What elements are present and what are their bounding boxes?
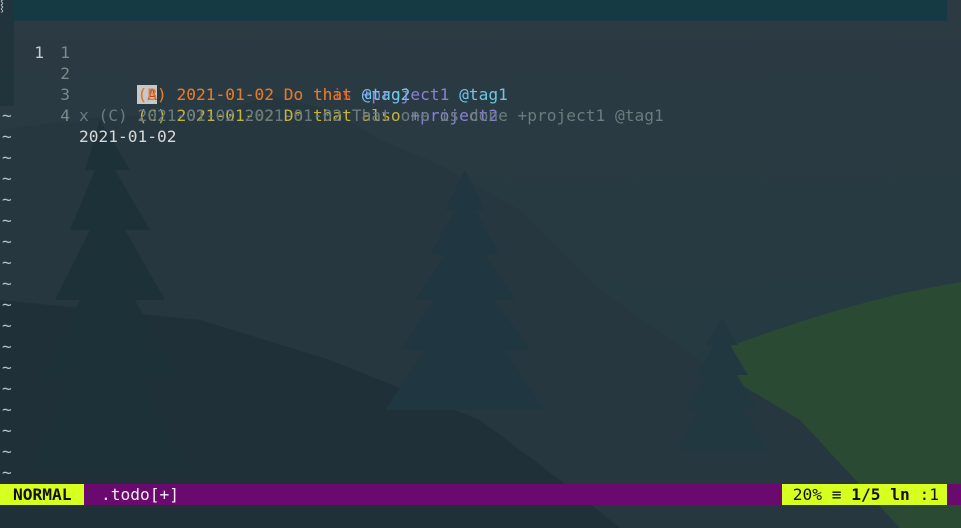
tilde-marker: ~ [2, 337, 12, 356]
tilde-marker: ~ [2, 169, 12, 188]
tilde-marker: ~ [2, 421, 12, 440]
tilde-marker: ~ [2, 106, 12, 125]
todo-line[interactable]: 1 (B) 2021-01-02 Do that @tag2 [0, 21, 961, 104]
tilde-marker: ~ [2, 232, 12, 251]
tilde-marker: ~ [2, 379, 12, 398]
tilde-marker: ~ [2, 463, 12, 482]
file-name: .todo[+] [101, 485, 179, 504]
tilde-marker: ~ [2, 400, 12, 419]
cursorline-highlight [14, 0, 947, 21]
tilde-marker: ~ [2, 274, 12, 293]
vim-editor[interactable]: ⸾ 1 (A) 2021-01-02 Do this +project1 @ta… [0, 0, 961, 528]
mode-indicator: NORMAL [0, 484, 85, 505]
lines-icon: ≡ [831, 485, 842, 504]
tilde-marker: ~ [2, 148, 12, 167]
column-number: :1 [919, 485, 940, 504]
todo-line-done[interactable]: 3 x (C) 2021-01-02 2021-01-02 That one i… [0, 63, 961, 125]
ln-label: ln [890, 485, 910, 504]
todo-line[interactable]: 4 2021-01-02 [0, 84, 961, 146]
tilde-marker: ~ [2, 358, 12, 377]
line-position: 1/5 [851, 485, 881, 504]
cursor-line[interactable]: 1 (A) 2021-01-02 Do this +project1 @tag1 [0, 0, 961, 104]
scroll-percent: 20% [792, 485, 822, 504]
tilde-marker: ~ [2, 190, 12, 209]
tilde-marker: ~ [2, 316, 12, 335]
cursor-position: 20% ≡ 1/5 ln :1 [781, 484, 947, 505]
statusline: NORMAL .todo[+] 20% ≡ 1/5 ln :1 [0, 484, 961, 505]
tilde-marker: ~ [2, 295, 12, 314]
tilde-marker: ~ [2, 127, 12, 146]
task-text: x (C) 2021-01-02 2021-01-02 That one is … [79, 106, 664, 125]
tilde-marker: ~ [2, 253, 12, 272]
tilde-marker: ~ [2, 442, 12, 461]
command-line[interactable] [0, 505, 961, 528]
task-text: 2021-01-02 [79, 127, 177, 146]
tilde-marker: ~ [2, 211, 12, 230]
todo-line[interactable]: 2 (C) 2021-01-02 Do that also +project2 [0, 42, 961, 125]
